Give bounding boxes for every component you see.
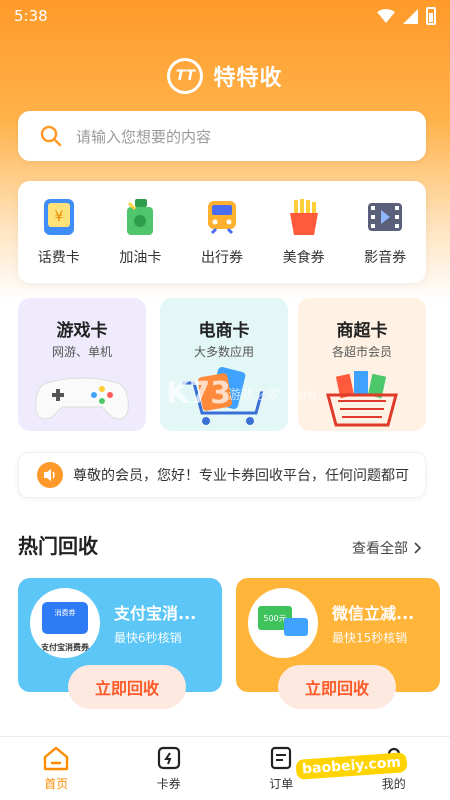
category-media[interactable]: 影音券 <box>350 197 420 267</box>
nav-cards[interactable]: 卡券 <box>134 745 204 792</box>
announcement-bar[interactable]: 尊敬的会员，您好！专业卡券回收平台，任何问题都可 <box>18 452 426 498</box>
category-label: 美食券 <box>282 250 325 266</box>
search-icon <box>40 125 62 147</box>
category-food[interactable]: 美食券 <box>269 197 339 267</box>
view-all-label: 查看全部 <box>352 541 408 557</box>
status-icons <box>377 7 436 25</box>
travel-icon <box>207 201 236 235</box>
voucher-image: 500元 <box>258 606 308 636</box>
recycle-card-title: 微信立减... <box>332 604 415 623</box>
alipay-voucher-thumbnail: 消费券 支付宝消费券 <box>30 588 100 658</box>
recycle-now-button[interactable]: 立即回收 <box>68 665 186 709</box>
category-label: 话费卡 <box>37 250 80 266</box>
food-icon <box>289 199 318 235</box>
nav-label: 订单 <box>269 777 294 791</box>
promo-subtitle: 大多数应用 <box>193 345 254 359</box>
chevron-right-icon <box>414 542 422 554</box>
media-icon <box>368 203 403 231</box>
brand-name: 特特收 <box>213 66 283 91</box>
svg-text:500元: 500元 <box>263 614 286 623</box>
promo-title: 商超卡 <box>336 321 388 341</box>
brand-header: TT 特特收 <box>0 58 450 94</box>
signal-icon <box>403 8 418 24</box>
home-icon <box>44 746 69 771</box>
recycle-card-title: 支付宝消... <box>114 604 197 623</box>
svg-text:消费券: 消费券 <box>55 608 76 617</box>
promo-supermarket-card[interactable]: 商超卡 各超市会员 <box>298 298 426 431</box>
fuel-card-icon <box>127 199 154 235</box>
user-icon <box>383 747 404 770</box>
brand-logo: TT <box>167 58 204 94</box>
category-label: 出行券 <box>200 250 243 266</box>
basket-icon <box>326 371 398 427</box>
hot-recycle-title: 热门回收 <box>18 534 98 558</box>
search-bar[interactable]: 请输入您想要的内容 <box>18 111 426 161</box>
promo-ecommerce-card[interactable]: 电商卡 大多数应用 <box>160 298 288 431</box>
category-grid: ¥ 话费卡 加油卡 出行券 美食券 影音券 <box>18 181 426 283</box>
promo-subtitle: 各超市会员 <box>331 345 392 359</box>
nav-orders[interactable]: 订单 <box>246 745 316 792</box>
phone-card-icon: ¥ <box>43 199 74 235</box>
speaker-icon <box>37 462 63 488</box>
order-icon <box>271 746 292 770</box>
category-travel[interactable]: 出行券 <box>187 197 257 267</box>
nav-label: 卡券 <box>156 777 181 791</box>
nav-profile[interactable]: 我的 <box>359 745 429 792</box>
category-label: 加油卡 <box>119 250 162 266</box>
promo-title: 游戏卡 <box>56 321 108 341</box>
battery-icon <box>426 7 436 25</box>
bottom-navigation: 首页 卡券 订单 我的 <box>0 736 450 800</box>
view-all-link[interactable]: 查看全部 <box>352 538 422 558</box>
category-fuel-card[interactable]: 加油卡 <box>105 197 175 267</box>
promo-subtitle: 网游、单机 <box>51 345 112 359</box>
recycle-card-subtitle: 最快6秒核销 <box>114 631 182 645</box>
nav-home[interactable]: 首页 <box>21 745 91 792</box>
voucher-image: 消费券 支付宝消费券 <box>40 602 90 652</box>
gamepad-icon <box>35 377 129 420</box>
nav-label: 我的 <box>381 777 406 791</box>
wechat-voucher-thumbnail: 500元 <box>248 588 318 658</box>
svg-text:支付宝消费券: 支付宝消费券 <box>40 642 90 652</box>
status-time: 5:38 <box>14 7 48 25</box>
search-placeholder: 请输入您想要的内容 <box>76 127 212 146</box>
voucher-icon <box>157 746 180 770</box>
announcement-text: 尊敬的会员，您好！专业卡券回收平台，任何问题都可 <box>73 468 409 484</box>
wifi-icon <box>377 9 395 23</box>
recycle-card-subtitle: 最快15秒核销 <box>332 631 408 645</box>
category-phone-card[interactable]: ¥ 话费卡 <box>24 197 94 267</box>
recycle-now-button[interactable]: 立即回收 <box>278 665 396 709</box>
category-label: 影音券 <box>364 250 407 266</box>
nav-label: 首页 <box>44 777 69 791</box>
promo-game-card[interactable]: 游戏卡 网游、单机 <box>18 298 146 431</box>
promo-title: 电商卡 <box>198 321 250 341</box>
status-bar: 5:38 <box>0 0 450 32</box>
shopping-cart-icon <box>182 367 264 425</box>
svg-text:¥: ¥ <box>54 209 63 225</box>
